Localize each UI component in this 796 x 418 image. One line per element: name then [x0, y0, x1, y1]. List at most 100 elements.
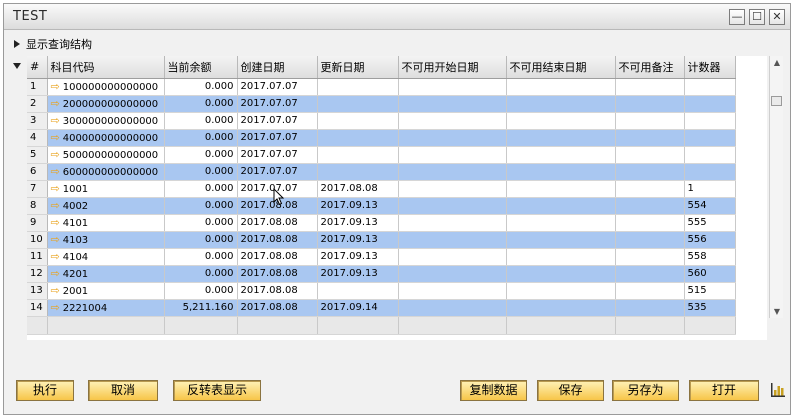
- unavailable-note-cell[interactable]: [615, 163, 685, 181]
- row-number-cell[interactable]: 5: [27, 146, 48, 164]
- current-balance-cell[interactable]: 0.000: [164, 163, 238, 181]
- account-code-cell[interactable]: ⇨ 100000000000000: [47, 78, 165, 96]
- bar-chart-icon[interactable]: [770, 382, 786, 398]
- unavailable-from-cell[interactable]: [398, 95, 507, 113]
- column-header-unavailable-note[interactable]: 不可用备注: [615, 56, 685, 79]
- minimize-button[interactable]: —: [729, 9, 745, 25]
- table-row[interactable]: 9 ⇨ 4101 0.000 2017.08.08 2017.09.13 555: [27, 214, 736, 232]
- account-code-cell[interactable]: ⇨ 4103: [47, 231, 165, 249]
- row-number-cell[interactable]: 8: [27, 197, 48, 215]
- counter-cell[interactable]: 558: [684, 248, 736, 266]
- scroll-down-icon[interactable]: ▼: [770, 305, 784, 318]
- counter-cell[interactable]: 560: [684, 265, 736, 283]
- unavailable-note-cell[interactable]: [615, 129, 685, 147]
- created-date-cell[interactable]: 2017.07.07: [237, 146, 318, 164]
- account-code-cell[interactable]: ⇨ 400000000000000: [47, 129, 165, 147]
- unavailable-to-cell[interactable]: [506, 163, 616, 181]
- unavailable-from-cell[interactable]: [398, 231, 507, 249]
- unavailable-from-cell[interactable]: [398, 180, 507, 198]
- unavailable-from-cell[interactable]: [398, 299, 507, 317]
- counter-cell[interactable]: [684, 146, 736, 164]
- unavailable-to-cell[interactable]: [506, 282, 616, 300]
- unavailable-from-cell[interactable]: [398, 78, 507, 96]
- link-arrow-icon[interactable]: ⇨: [51, 182, 60, 195]
- unavailable-from-cell[interactable]: [398, 214, 507, 232]
- account-code-cell[interactable]: ⇨ 4201: [47, 265, 165, 283]
- column-header-updated-date[interactable]: 更新日期: [317, 56, 399, 79]
- unavailable-to-cell[interactable]: [506, 197, 616, 215]
- unavailable-note-cell[interactable]: [615, 214, 685, 232]
- table-row[interactable]: 5 ⇨ 500000000000000 0.000 2017.07.07: [27, 146, 736, 164]
- link-arrow-icon[interactable]: ⇨: [51, 131, 60, 144]
- save-button[interactable]: 保存: [537, 380, 604, 401]
- counter-cell[interactable]: 555: [684, 214, 736, 232]
- updated-date-cell[interactable]: 2017.09.14: [317, 299, 399, 317]
- link-arrow-icon[interactable]: ⇨: [51, 199, 60, 212]
- created-date-cell[interactable]: 2017.08.08: [237, 299, 318, 317]
- unavailable-note-cell[interactable]: [615, 112, 685, 130]
- link-arrow-icon[interactable]: ⇨: [51, 233, 60, 246]
- column-header-row-number[interactable]: #: [27, 56, 48, 79]
- unavailable-note-cell[interactable]: [615, 282, 685, 300]
- unavailable-from-cell[interactable]: [398, 248, 507, 266]
- scroll-thumb[interactable]: [771, 96, 782, 106]
- column-header-unavailable-from[interactable]: 不可用开始日期: [398, 56, 507, 79]
- unavailable-from-cell[interactable]: [398, 146, 507, 164]
- column-header-current-balance[interactable]: 当前余额: [164, 56, 238, 79]
- scroll-up-icon[interactable]: ▲: [770, 56, 784, 69]
- row-number-cell[interactable]: 14: [27, 299, 48, 317]
- link-arrow-icon[interactable]: ⇨: [51, 148, 60, 161]
- current-balance-cell[interactable]: 0.000: [164, 112, 238, 130]
- unavailable-from-cell[interactable]: [398, 197, 507, 215]
- row-number-cell[interactable]: 13: [27, 282, 48, 300]
- table-row[interactable]: 7 ⇨ 1001 0.000 2017.07.07 2017.08.08 1: [27, 180, 736, 198]
- counter-cell[interactable]: [684, 78, 736, 96]
- updated-date-cell[interactable]: [317, 163, 399, 181]
- account-code-cell[interactable]: ⇨ 1001: [47, 180, 165, 198]
- row-number-cell[interactable]: 1: [27, 78, 48, 96]
- unavailable-to-cell[interactable]: [506, 248, 616, 266]
- updated-date-cell[interactable]: 2017.08.08: [317, 180, 399, 198]
- table-row[interactable]: 4 ⇨ 400000000000000 0.000 2017.07.07: [27, 129, 736, 147]
- current-balance-cell[interactable]: 5,211.160: [164, 299, 238, 317]
- account-code-cell[interactable]: ⇨ 200000000000000: [47, 95, 165, 113]
- unavailable-to-cell[interactable]: [506, 265, 616, 283]
- counter-cell[interactable]: [684, 163, 736, 181]
- unavailable-note-cell[interactable]: [615, 95, 685, 113]
- updated-date-cell[interactable]: [317, 95, 399, 113]
- unavailable-to-cell[interactable]: [506, 95, 616, 113]
- created-date-cell[interactable]: 2017.07.07: [237, 129, 318, 147]
- table-row[interactable]: 8 ⇨ 4002 0.000 2017.08.08 2017.09.13 554: [27, 197, 736, 215]
- link-arrow-icon[interactable]: ⇨: [51, 301, 60, 314]
- updated-date-cell[interactable]: [317, 282, 399, 300]
- row-number-cell[interactable]: 4: [27, 129, 48, 147]
- account-code-cell[interactable]: ⇨ 4101: [47, 214, 165, 232]
- show-query-structure-toggle[interactable]: 显示查询结构: [14, 36, 92, 52]
- current-balance-cell[interactable]: 0.000: [164, 180, 238, 198]
- counter-cell[interactable]: 515: [684, 282, 736, 300]
- current-balance-cell[interactable]: 0.000: [164, 95, 238, 113]
- created-date-cell[interactable]: 2017.08.08: [237, 214, 318, 232]
- counter-cell[interactable]: 535: [684, 299, 736, 317]
- table-row[interactable]: 6 ⇨ 600000000000000 0.000 2017.07.07: [27, 163, 736, 181]
- unavailable-from-cell[interactable]: [398, 163, 507, 181]
- updated-date-cell[interactable]: 2017.09.13: [317, 265, 399, 283]
- unavailable-to-cell[interactable]: [506, 112, 616, 130]
- link-arrow-icon[interactable]: ⇨: [51, 267, 60, 280]
- updated-date-cell[interactable]: 2017.09.13: [317, 197, 399, 215]
- counter-cell[interactable]: 1: [684, 180, 736, 198]
- table-row[interactable]: 2 ⇨ 200000000000000 0.000 2017.07.07: [27, 95, 736, 113]
- column-header-unavailable-to[interactable]: 不可用结束日期: [506, 56, 616, 79]
- row-number-cell[interactable]: 12: [27, 265, 48, 283]
- unavailable-to-cell[interactable]: [506, 146, 616, 164]
- current-balance-cell[interactable]: 0.000: [164, 129, 238, 147]
- row-number-cell[interactable]: 2: [27, 95, 48, 113]
- current-balance-cell[interactable]: 0.000: [164, 265, 238, 283]
- unavailable-from-cell[interactable]: [398, 265, 507, 283]
- unavailable-to-cell[interactable]: [506, 78, 616, 96]
- counter-cell[interactable]: [684, 95, 736, 113]
- unavailable-note-cell[interactable]: [615, 231, 685, 249]
- column-header-counter[interactable]: 计数器: [684, 56, 736, 79]
- table-row[interactable]: 10 ⇨ 4103 0.000 2017.08.08 2017.09.13 556: [27, 231, 736, 249]
- counter-cell[interactable]: [684, 129, 736, 147]
